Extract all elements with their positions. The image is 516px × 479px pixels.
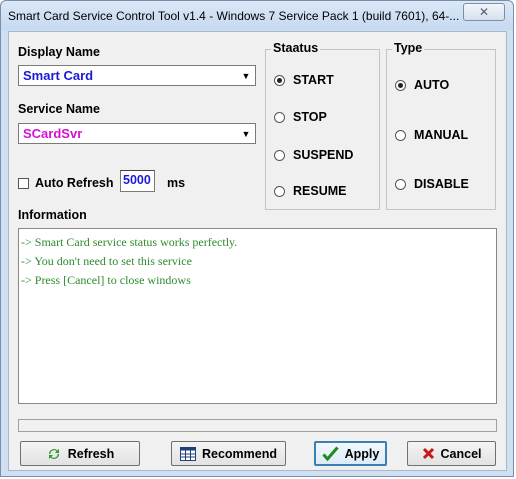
refresh-interval-input[interactable]: 5000 — [120, 170, 155, 192]
information-textbox[interactable]: -> Smart Card service status works perfe… — [18, 228, 497, 404]
info-line: -> Press [Cancel] to close windows — [21, 273, 191, 287]
cancel-button[interactable]: Cancel — [407, 441, 496, 466]
type-auto-label: AUTO — [414, 78, 450, 92]
recommend-button[interactable]: Recommend — [171, 441, 286, 466]
refresh-icon — [46, 446, 62, 462]
status-groupbox: Staatus START STOP SUSPEND RESUME — [265, 41, 380, 210]
display-name-select[interactable]: Smart Card ▼ — [18, 65, 256, 86]
chevron-down-icon[interactable]: ▼ — [238, 67, 254, 84]
radio-icon — [274, 149, 285, 161]
radio-selected-icon — [395, 79, 406, 91]
status-stop-label: STOP — [293, 110, 327, 124]
info-line: -> You don't need to set this service — [21, 254, 192, 268]
status-resume-label: RESUME — [293, 184, 347, 198]
display-name-label: Display Name — [18, 45, 100, 59]
type-group-title: Type — [392, 41, 425, 55]
refresh-interval-unit: ms — [167, 176, 186, 190]
radio-icon — [395, 178, 406, 190]
type-disable-label: DISABLE — [414, 177, 469, 191]
status-resume-radio[interactable]: RESUME — [274, 184, 346, 198]
type-disable-radio[interactable]: DISABLE — [395, 177, 469, 191]
type-manual-label: MANUAL — [414, 128, 469, 142]
x-icon — [422, 447, 435, 460]
type-groupbox: Type AUTO MANUAL DISABLE — [386, 41, 496, 210]
information-label: Information — [18, 208, 87, 222]
display-name-value: Smart Card — [23, 68, 94, 83]
radio-selected-icon — [274, 74, 285, 86]
status-suspend-radio[interactable]: SUSPEND — [274, 148, 353, 162]
close-button[interactable]: ✕ — [463, 3, 505, 21]
title-bar[interactable]: Smart Card Service Control Tool v1.4 - W… — [1, 1, 513, 30]
check-icon — [322, 446, 339, 461]
close-icon: ✕ — [478, 5, 490, 19]
window-title: Smart Card Service Control Tool v1.4 - W… — [8, 9, 460, 23]
radio-icon — [395, 129, 406, 141]
radio-icon — [274, 111, 285, 123]
radio-icon — [274, 185, 285, 197]
service-name-label: Service Name — [18, 102, 101, 116]
service-name-value: SCardSvr — [23, 126, 83, 141]
table-icon — [179, 446, 196, 461]
status-start-radio[interactable]: START — [274, 73, 334, 87]
status-stop-radio[interactable]: STOP — [274, 110, 327, 124]
refresh-button-label: Refresh — [67, 446, 115, 461]
info-line: -> Smart Card service status works perfe… — [21, 235, 238, 249]
type-manual-radio[interactable]: MANUAL — [395, 128, 468, 142]
chevron-down-icon[interactable]: ▼ — [238, 125, 254, 142]
cancel-button-label: Cancel — [440, 446, 482, 461]
status-start-label: START — [293, 73, 334, 87]
auto-refresh-label: Auto Refresh — [35, 176, 114, 190]
refresh-button[interactable]: Refresh — [20, 441, 140, 466]
dialog-client-area: Display Name Smart Card ▼ Service Name S… — [8, 31, 507, 471]
recommend-button-label: Recommend — [201, 446, 278, 461]
app-window: Smart Card Service Control Tool v1.4 - W… — [0, 0, 514, 477]
auto-refresh-checkbox[interactable] — [18, 178, 29, 189]
service-name-select[interactable]: SCardSvr ▼ — [18, 123, 256, 144]
status-bar — [18, 419, 497, 432]
status-suspend-label: SUSPEND — [293, 148, 354, 162]
type-auto-radio[interactable]: AUTO — [395, 78, 449, 92]
apply-button-label: Apply — [344, 446, 380, 461]
apply-button[interactable]: Apply — [314, 441, 387, 466]
status-group-title: Staatus — [271, 41, 321, 55]
